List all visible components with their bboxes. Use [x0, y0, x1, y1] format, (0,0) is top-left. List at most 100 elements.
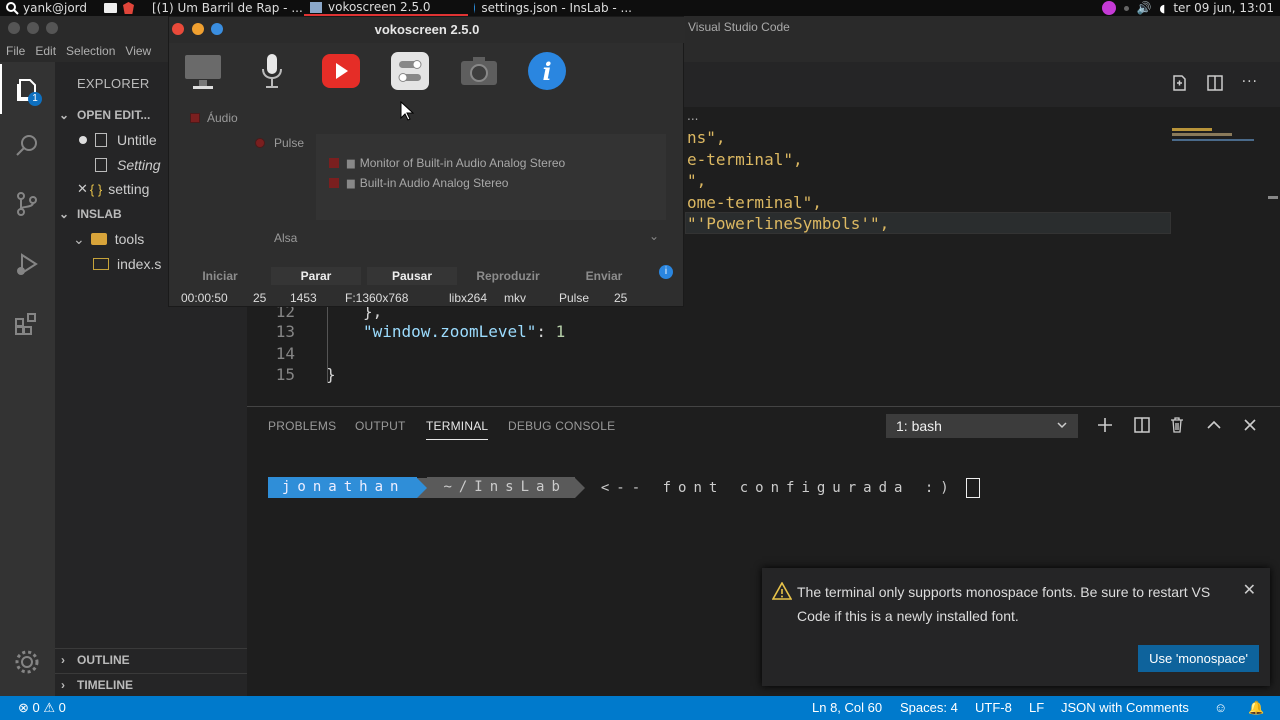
terminal-prompt[interactable]: jonathan ~/InsLab <-- font configurada :… [268, 477, 980, 498]
folder-icon[interactable] [104, 3, 117, 13]
network-icon[interactable]: ◖ [1160, 2, 1166, 15]
search-icon[interactable] [13, 132, 41, 160]
close-icon[interactable]: ✕ [1243, 580, 1256, 600]
pulse-radio[interactable] [255, 138, 265, 148]
minimize-window-button[interactable] [27, 22, 39, 34]
tab-debug-console[interactable]: DEBUG CONSOLE [508, 419, 615, 433]
chevron-down-icon [1057, 422, 1067, 429]
task-vokoscreen[interactable]: vokoscreen 2.5.0 [304, 0, 468, 16]
device-checkbox[interactable] [329, 178, 339, 188]
youtube-icon[interactable] [321, 51, 361, 91]
dot-icon [1123, 5, 1129, 11]
play-button[interactable]: Reproduzir [463, 267, 553, 285]
cursor-position[interactable]: Ln 8, Col 60 [812, 700, 882, 715]
source-control-icon[interactable] [13, 190, 41, 218]
task-browser[interactable]: [(1) Um Barril de Rap - ... [140, 0, 304, 16]
split-editor-icon[interactable] [1206, 74, 1224, 92]
screen-icon[interactable] [183, 51, 223, 91]
frame-count: 1453 [290, 291, 317, 305]
start-button[interactable]: Iniciar [175, 267, 265, 285]
close-window-button[interactable] [8, 22, 20, 34]
explorer-badge: 1 [28, 92, 42, 106]
file-label: setting [108, 181, 150, 197]
device-item[interactable]: ▆ Monitor of Built-in Audio Analog Stere… [329, 156, 565, 170]
outline-section[interactable]: › OUTLINE [55, 648, 247, 670]
info-icon[interactable]: i [659, 265, 673, 279]
vokoscreen-title-bar[interactable]: vokoscreen 2.5.0 [169, 17, 685, 43]
task-vscode[interactable]: settings.json - InsLab - ... [468, 0, 638, 16]
vertical-scrollbar[interactable] [1266, 124, 1280, 406]
timeline-section[interactable]: › TIMELINE [55, 673, 247, 695]
system-top-bar: yank@jord [(1) Um Barril de Rap - ... vo… [0, 0, 1280, 16]
gear-icon[interactable] [13, 648, 41, 676]
brave-icon[interactable] [123, 2, 134, 14]
terminal-cursor [965, 477, 980, 498]
device-checkbox[interactable] [329, 158, 339, 168]
minimap-line [1172, 139, 1254, 141]
menu-view[interactable]: View [125, 44, 151, 58]
explorer-active-indicator [0, 64, 2, 114]
minimap[interactable] [1172, 126, 1258, 148]
error-icon: ⊗ [18, 700, 29, 715]
language-mode[interactable]: JSON with Comments [1061, 700, 1189, 715]
open-changes-icon[interactable] [1170, 74, 1188, 92]
extensions-icon[interactable] [13, 310, 41, 338]
editor-actions: ··· [1170, 74, 1258, 92]
settings-toggle-icon[interactable] [390, 51, 430, 91]
window-controls [8, 22, 58, 34]
file-icon [95, 158, 107, 172]
warning-icon: ⚠ [43, 700, 56, 715]
microphone-icon[interactable] [252, 51, 292, 91]
audio-checkbox[interactable] [190, 113, 200, 123]
terminal-select-value: 1: bash [896, 418, 942, 434]
close-icon[interactable]: ✕ [77, 181, 88, 197]
menu-file[interactable]: File [6, 44, 25, 58]
task-label: settings.json - InsLab - ... [481, 1, 632, 15]
problems-status[interactable]: ⊗ 0 ⚠ 0 [18, 700, 66, 716]
chevron-up-icon[interactable] [1205, 416, 1223, 434]
use-monospace-button[interactable]: Use 'monospace' [1138, 645, 1259, 672]
chevron-down-icon: ⌄ [59, 207, 70, 221]
json-value: 1 [555, 322, 566, 341]
scroll-marker [1268, 196, 1278, 199]
user-menu[interactable]: yank@jord [0, 1, 104, 15]
send-button[interactable]: Enviar [559, 267, 649, 285]
volume-icon[interactable]: 🔊 [1137, 1, 1152, 15]
folder-icon [90, 233, 107, 245]
tab-output[interactable]: OUTPUT [355, 419, 406, 433]
clock[interactable]: ter 09 jun, 13:01 [1173, 1, 1274, 15]
status-bar: ⊗ 0 ⚠ 0 Ln 8, Col 60 Spaces: 4 UTF-8 LF … [0, 696, 1280, 720]
modified-dot-icon [79, 136, 87, 144]
camera-icon[interactable] [459, 51, 499, 91]
plus-icon[interactable] [1096, 416, 1114, 434]
trash-icon[interactable] [1168, 416, 1186, 434]
feedback-icon[interactable]: ☺ [1214, 700, 1227, 715]
menu-selection[interactable]: Selection [66, 44, 115, 58]
vokoscreen-title: vokoscreen 2.5.0 [374, 22, 480, 37]
close-icon[interactable] [1241, 416, 1259, 434]
chevron-right-icon: › [61, 652, 65, 667]
encoding[interactable]: UTF-8 [975, 700, 1012, 715]
breadcrumb[interactable]: ... [687, 109, 698, 123]
terminal-select[interactable]: 1: bash [886, 414, 1078, 438]
more-actions-icon[interactable]: ··· [1242, 74, 1258, 92]
device-item[interactable]: ▆ Built-in Audio Analog Stereo [329, 176, 508, 190]
split-terminal-icon[interactable] [1133, 416, 1151, 434]
bell-icon[interactable]: 🔔 [1248, 700, 1264, 716]
warning-count: 0 [58, 700, 66, 715]
firefox-icon[interactable] [1101, 1, 1116, 15]
tab-terminal[interactable]: TERMINAL [426, 419, 489, 440]
stop-button[interactable]: Parar [271, 267, 361, 285]
indentation[interactable]: Spaces: 4 [900, 700, 958, 715]
chevron-down-icon[interactable]: ⌄ [649, 229, 659, 243]
pause-button[interactable]: Pausar [367, 267, 457, 285]
menu-edit[interactable]: Edit [35, 44, 56, 58]
run-debug-icon[interactable] [13, 250, 41, 278]
file-icon [95, 133, 107, 147]
maximize-window-button[interactable] [46, 22, 58, 34]
file-label: index.s [117, 256, 162, 272]
info-icon[interactable]: i [527, 51, 567, 91]
line-ending[interactable]: LF [1029, 700, 1044, 715]
tab-problems[interactable]: PROBLEMS [268, 419, 336, 433]
json-colon: : [536, 322, 556, 341]
